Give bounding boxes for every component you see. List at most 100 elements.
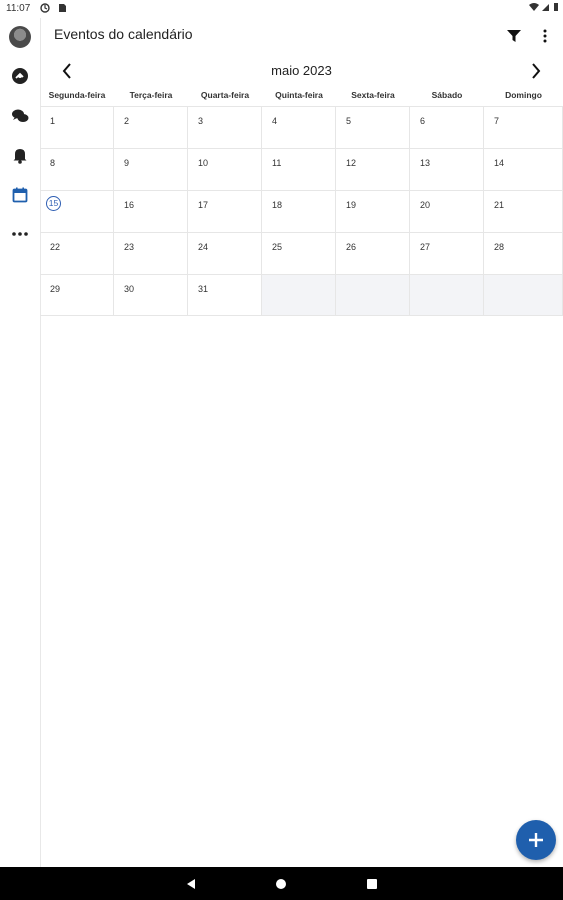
day-number: 14 [494,158,505,168]
filter-button[interactable] [502,24,526,48]
day-cell[interactable]: 1 [40,106,114,148]
app-bar: Eventos do calendário [40,18,563,54]
day-number: 19 [346,200,357,210]
day-number: 9 [124,158,130,168]
plus-icon [529,833,543,847]
avatar-button[interactable] [0,22,40,52]
filter-icon [507,29,521,42]
month-grid: 1 2 3 4 5 6 7 8 9 10 11 12 13 14 15 16 17 18 19 20 21 22 23 24 2… [40,106,563,318]
day-number: 2 [124,116,130,126]
weekday-label: Quinta-feira [275,90,323,100]
more-vertical-icon [543,29,547,43]
system-navigation-bar [0,867,563,900]
day-number: 8 [50,158,56,168]
day-number: 24 [198,242,209,252]
more-options-button[interactable] [533,24,557,48]
day-cell[interactable]: 6 [410,106,484,148]
today-cell[interactable]: 15 [40,190,114,232]
wifi-icon [529,3,539,11]
day-cell[interactable]: 25 [262,232,336,274]
day-number: 30 [124,284,135,294]
day-cell[interactable]: 7 [484,106,563,148]
rail-item-dashboard[interactable] [0,61,40,91]
day-cell[interactable]: 20 [410,190,484,232]
day-cell[interactable]: 18 [262,190,336,232]
day-cell[interactable]: 3 [188,106,262,148]
day-cell[interactable]: 16 [114,190,188,232]
day-cell[interactable]: 23 [114,232,188,274]
day-cell[interactable]: 4 [262,106,336,148]
navigation-rail [0,18,41,867]
empty-day-cell [484,274,563,316]
rail-item-more[interactable] [0,219,40,249]
empty-day-cell [410,274,484,316]
day-cell[interactable]: 22 [40,232,114,274]
day-cell[interactable]: 10 [188,148,262,190]
day-number: 15 [46,196,61,211]
calendar-icon [12,187,28,203]
day-number: 11 [272,158,282,168]
add-event-button[interactable] [516,820,556,860]
recents-icon [367,879,377,889]
day-cell[interactable]: 24 [188,232,262,274]
day-number: 26 [346,242,357,252]
day-cell[interactable]: 11 [262,148,336,190]
day-cell[interactable]: 28 [484,232,563,274]
battery-icon [554,3,558,11]
day-cell[interactable]: 9 [114,148,188,190]
chat-icon [12,109,29,122]
day-cell[interactable]: 29 [40,274,114,316]
day-number: 16 [124,200,135,210]
day-number: 27 [420,242,431,252]
status-right [529,2,559,12]
next-month-button[interactable] [524,59,548,83]
weekday-label: Sexta-feira [351,90,395,100]
avatar [9,26,31,48]
recents-button[interactable] [365,877,379,891]
day-number: 6 [420,116,426,126]
day-number: 18 [272,200,283,210]
month-label: maio 2023 [271,63,332,78]
weekday-label: Sábado [431,90,463,100]
day-cell[interactable]: 31 [188,274,262,316]
day-cell[interactable]: 21 [484,190,563,232]
page-title: Eventos do calendário [54,26,193,42]
day-number: 22 [50,242,61,252]
home-button[interactable] [274,877,288,891]
rail-item-calendar[interactable] [0,180,40,210]
day-number: 4 [272,116,278,126]
day-cell[interactable]: 30 [114,274,188,316]
day-cell[interactable]: 5 [336,106,410,148]
day-cell[interactable]: 17 [188,190,262,232]
weekday-header: Segunda-feira Terça-feira Quarta-feira Q… [40,90,563,106]
day-cell[interactable]: 26 [336,232,410,274]
rail-item-notifications[interactable] [0,140,40,170]
day-cell[interactable]: 19 [336,190,410,232]
weekday-label: Segunda-feira [48,90,106,100]
day-number: 12 [346,158,357,168]
signal-icon [542,4,549,11]
weekday-label: Terça-feira [129,90,173,100]
dashboard-icon [12,68,28,84]
back-button[interactable] [184,877,198,891]
weekday-label: Domingo [505,90,542,100]
sync-icon [40,3,50,13]
day-cell[interactable]: 12 [336,148,410,190]
day-number: 17 [198,200,209,210]
day-cell[interactable]: 13 [410,148,484,190]
day-number: 31 [198,284,209,294]
rail-item-chat[interactable] [0,101,40,131]
day-number: 7 [494,116,500,126]
month-navigation: maio 2023 [40,56,563,86]
day-number: 29 [50,284,61,294]
day-cell[interactable]: 2 [114,106,188,148]
day-number: 23 [124,242,135,252]
day-cell[interactable]: 14 [484,148,563,190]
day-cell[interactable]: 8 [40,148,114,190]
home-icon [276,879,286,889]
day-number: 10 [198,158,209,168]
day-number: 28 [494,242,505,252]
chevron-right-icon [532,63,541,79]
status-time: 11:07 [6,3,31,14]
day-cell[interactable]: 27 [410,232,484,274]
